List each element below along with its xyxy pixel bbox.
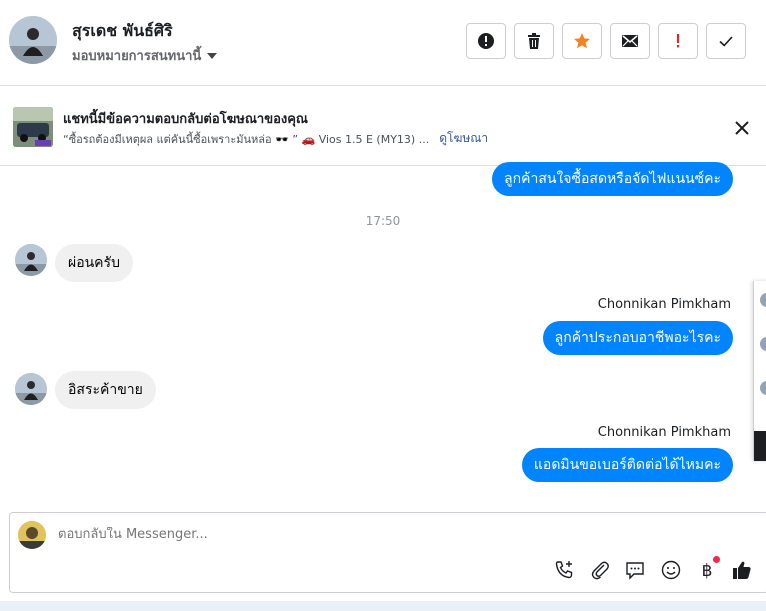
conversation-header: สุรเดช พันธ์ศิริ มอบหมายการสนทนานี้ (0, 0, 766, 86)
ad-snippet: “ซื้อรถต้องมีเหตุผล แต่คันนี้ซื้อเพราะมั… (63, 132, 430, 146)
like-button[interactable] (731, 559, 753, 581)
outgoing-message[interactable]: แอดมินขอเบอร์ติดต่อได้ไหมคะ (521, 448, 733, 482)
contact-avatar-small[interactable] (15, 244, 47, 276)
caret-down-icon (207, 52, 218, 59)
mark-spam-button[interactable] (466, 23, 506, 59)
page-avatar (18, 521, 46, 549)
follow-up-button[interactable] (658, 23, 698, 59)
incoming-message[interactable]: ผ่อนครับ (55, 244, 133, 282)
smiley-icon (661, 560, 681, 580)
assign-conversation-dropdown[interactable]: มอบหมายการสนทนานี้ (72, 45, 218, 66)
assign-label: มอบหมายการสนทนานี้ (72, 49, 202, 64)
view-ad-link[interactable]: ดูโฆษณา (439, 129, 488, 148)
message-composer: ฿ (9, 512, 766, 593)
thumbs-up-icon (733, 561, 751, 579)
ad-banner-title: แชทนี้มีข้อความตอบกลับต่อโฆษณาของคุณ (63, 112, 308, 127)
sender-name: Chonnikan Pimkham (597, 297, 731, 312)
star-icon (574, 33, 590, 49)
phone-add-icon (555, 561, 573, 579)
chat-bubble-icon (626, 562, 644, 580)
ad-thumbnail[interactable] (13, 107, 53, 147)
panel-avatar (760, 337, 766, 351)
trash-icon (528, 33, 540, 49)
bottom-strip (0, 601, 766, 611)
panel-avatar (760, 293, 766, 307)
message-timestamp: 17:50 (365, 214, 401, 228)
delete-button[interactable] (514, 23, 554, 59)
outgoing-message[interactable]: ลูกค้าประกอบอาชีพอะไรคะ (542, 321, 733, 355)
ad-banner-subtitle: “ซื้อรถต้องมีเหตุผล แต่คันนี้ซื้อเพราะมั… (63, 129, 488, 148)
call-button[interactable] (553, 559, 575, 581)
panel-dark-strip (754, 431, 766, 461)
ad-reply-banner: แชทนี้มีข้อความตอบกลับต่อโฆษณาของคุณ “ซื… (0, 86, 766, 166)
incoming-message[interactable]: อิสระค้าขาย (55, 371, 156, 409)
side-panel[interactable] (753, 281, 766, 461)
header-actions (466, 23, 746, 59)
mark-unread-button[interactable] (610, 23, 650, 59)
reply-input[interactable] (58, 527, 458, 542)
exclamation-icon (677, 34, 680, 48)
alert-circle-icon (478, 33, 494, 49)
attach-button[interactable] (589, 559, 611, 581)
star-button[interactable] (562, 23, 602, 59)
paperclip-icon (591, 561, 609, 580)
saved-replies-button[interactable] (624, 559, 646, 581)
contact-avatar[interactable] (9, 16, 57, 64)
close-icon[interactable] (732, 118, 752, 138)
currency-symbol: ฿ (702, 561, 713, 581)
emoji-button[interactable] (660, 559, 682, 581)
notification-dot (713, 556, 720, 563)
sender-name: Chonnikan Pimkham (597, 425, 731, 440)
outgoing-message[interactable]: ลูกค้าสนใจซื้อสดหรือจัดไฟแนนซ์คะ (492, 162, 733, 196)
panel-avatar (760, 381, 766, 395)
check-icon (719, 36, 733, 47)
envelope-icon (622, 35, 638, 47)
mark-done-button[interactable] (706, 23, 746, 59)
contact-name[interactable]: สุรเดช พันธ์ศิริ (72, 19, 173, 44)
contact-avatar-small[interactable] (15, 373, 47, 405)
